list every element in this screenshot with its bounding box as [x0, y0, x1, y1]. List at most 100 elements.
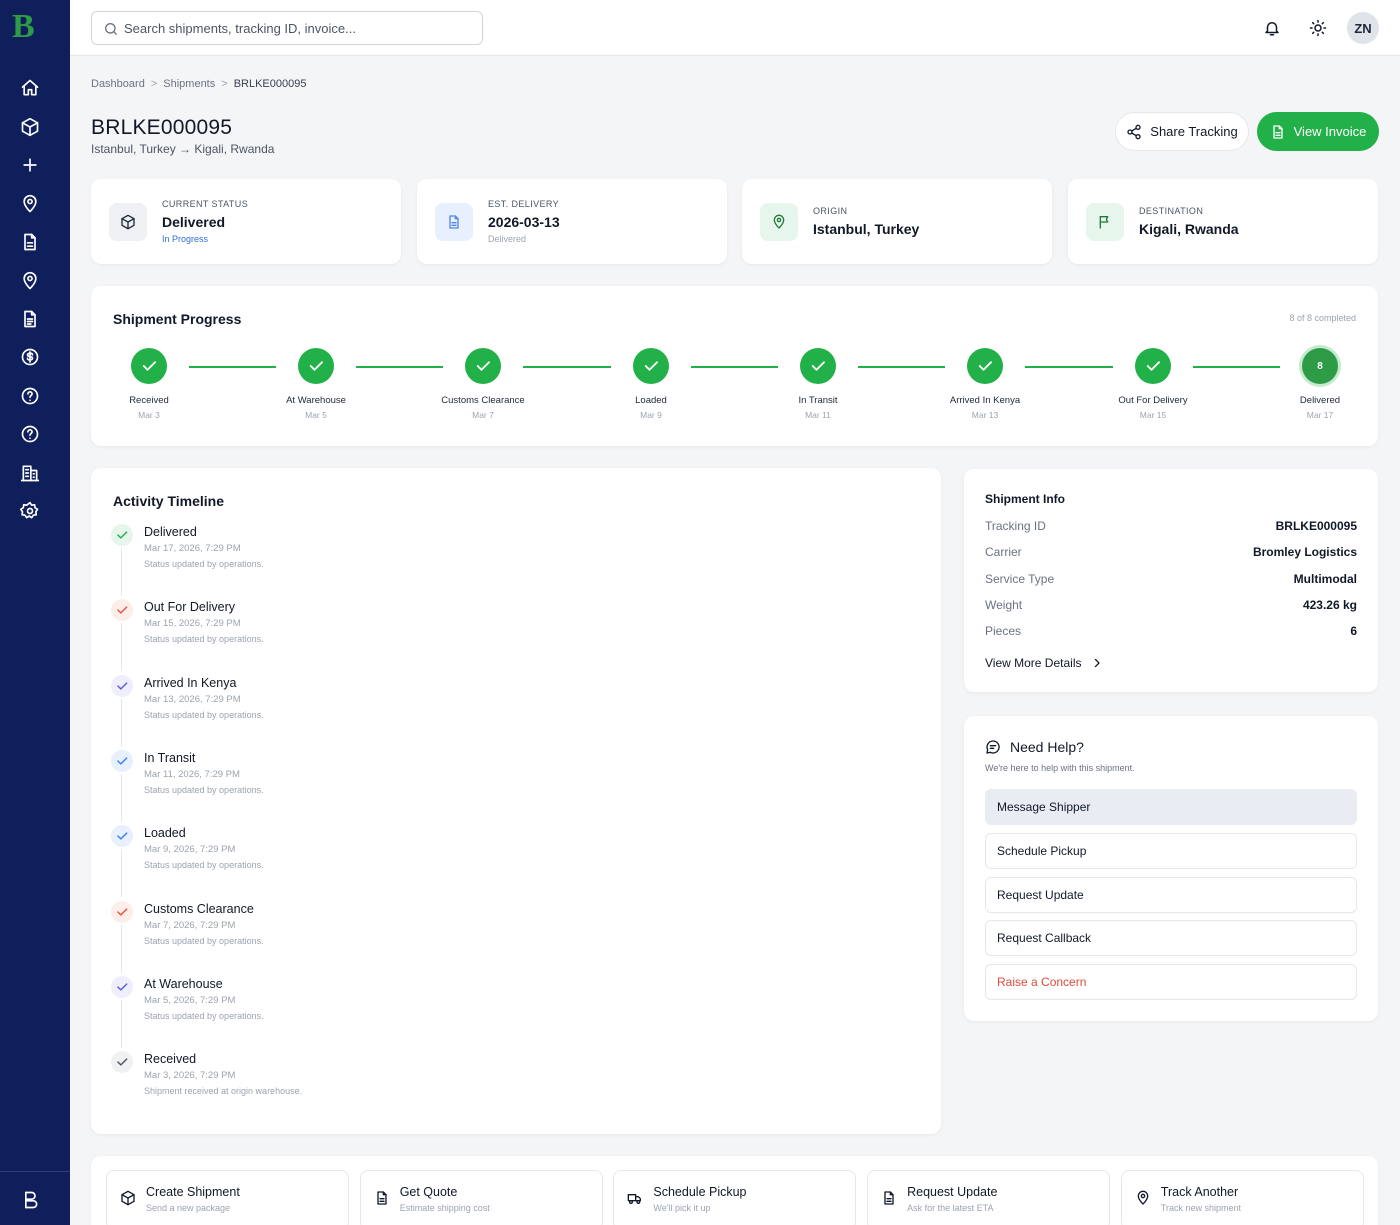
- breadcrumb-dashboard[interactable]: Dashboard: [91, 78, 145, 90]
- stat-value: Istanbul, Turkey: [813, 221, 920, 237]
- shipment-progress-card: Shipment Progress 8 of 8 completed Recei…: [91, 286, 1378, 446]
- quick-action-title: Create Shipment: [146, 1185, 240, 1199]
- timeline-item: Received Mar 3, 2026, 7:29 PM Shipment rec…: [111, 1051, 711, 1121]
- breadcrumb-separator: >: [221, 78, 228, 90]
- info-row: Pieces 6: [985, 624, 1357, 644]
- document-icon: [446, 214, 462, 230]
- info-row: Carrier Bromley Logistics: [985, 545, 1357, 565]
- search-bar: [91, 11, 483, 45]
- stat-value: Kigali, Rwanda: [1139, 221, 1239, 237]
- stat-icon-box: [760, 203, 798, 241]
- quick-action-subtitle: Track new shipment: [1160, 1203, 1241, 1213]
- quick-action-title: Request Update: [907, 1185, 998, 1199]
- step-date: Mar 5: [305, 410, 327, 420]
- sidebar-item-building-icon[interactable]: [20, 463, 40, 483]
- timeline-item-note: Shipment received at origin warehouse.: [144, 1086, 303, 1097]
- stat-sub: Delivered: [488, 234, 527, 244]
- stat-label: DESTINATION: [1139, 206, 1204, 216]
- quick-action-track-another[interactable]: Track Another Track new shipment: [1120, 1170, 1364, 1225]
- sidebar-item-settings-icon[interactable]: [20, 501, 40, 521]
- info-row: Tracking ID BRLKE000095: [985, 519, 1357, 539]
- step-date: Mar 7: [472, 410, 494, 420]
- sidebar-item-plus-icon[interactable]: [20, 155, 40, 175]
- chat-bubble-icon: [985, 739, 1001, 755]
- truck-icon: [627, 1190, 643, 1206]
- step-label: Received: [129, 395, 169, 406]
- brand-logo-letter: B: [12, 8, 35, 45]
- timeline-rail: [121, 698, 122, 747]
- timeline-item: Delivered Mar 17, 2026, 7:29 PM Status upd…: [111, 524, 711, 596]
- schedule-pickup-button[interactable]: Schedule Pickup: [985, 832, 1357, 869]
- step-date: Mar 3: [138, 410, 160, 420]
- check-circle-icon: [800, 348, 836, 384]
- timeline-item-note: Status updated by operations.: [144, 935, 264, 946]
- progress-title: Shipment Progress: [113, 311, 242, 327]
- bell-icon[interactable]: [1263, 19, 1281, 37]
- sidebar-item-file-text-icon[interactable]: [20, 309, 40, 329]
- sidebar-item-map-pin-icon[interactable]: [20, 194, 40, 214]
- step-label: Arrived In Kenya: [949, 395, 1021, 406]
- stat-label: ORIGIN: [813, 206, 848, 216]
- help-subtitle: We're here to help with this shipment.: [985, 763, 1135, 773]
- sidebar-item-question-circle-icon[interactable]: [20, 424, 40, 444]
- request-callback-button[interactable]: Request Callback: [985, 920, 1357, 957]
- sidebar: B: [0, 0, 70, 1225]
- timeline-item-note: Status updated by operations.: [144, 709, 264, 720]
- stat-label: EST. DELIVERY: [488, 199, 560, 209]
- sun-icon[interactable]: [1309, 19, 1327, 37]
- quick-action-schedule-pickup[interactable]: Schedule Pickup We'll pick it up: [613, 1170, 857, 1225]
- message-shipper-button[interactable]: Message Shipper: [985, 789, 1357, 825]
- share-tracking-button[interactable]: Share Tracking: [1115, 112, 1249, 151]
- step-label: Delivered: [1299, 395, 1341, 406]
- check-icon: [111, 900, 133, 923]
- timeline-item-title: In Transit: [144, 750, 196, 765]
- timeline-rail: [121, 849, 122, 898]
- shipment-info-card: Shipment Info Tracking ID BRLKE000095 Carr…: [964, 469, 1378, 692]
- quick-action-get-quote[interactable]: Get Quote Estimate shipping cost: [359, 1170, 603, 1225]
- step-label: Customs Clearance: [441, 395, 525, 406]
- check-icon: [111, 599, 133, 622]
- sidebar-item-document-icon[interactable]: [20, 232, 40, 252]
- quick-action-create-shipment[interactable]: Create Shipment Send a new package: [106, 1170, 349, 1225]
- sidebar-item-help-circle-icon[interactable]: [20, 386, 40, 406]
- breadcrumb: Dashboard > Shipments > BRLKE000095: [91, 78, 306, 90]
- sidebar-item-package-icon[interactable]: [20, 117, 40, 137]
- brand-logo[interactable]: B: [12, 10, 44, 44]
- info-value: 6: [1350, 624, 1357, 639]
- timeline-item-time: Mar 17, 2026, 7:29 PM: [144, 543, 241, 554]
- timeline-item: Customs Clearance Mar 7, 2026, 7:29 PM Sta…: [111, 900, 711, 973]
- raise-a-concern-button[interactable]: Raise a Concern: [985, 964, 1357, 1001]
- check-circle-icon: [967, 348, 1003, 384]
- quick-action-request-update[interactable]: Request Update Ask for the latest ETA: [867, 1170, 1111, 1225]
- breadcrumb-shipments[interactable]: Shipments: [163, 78, 215, 90]
- timeline-item-title: Loaded: [144, 826, 186, 841]
- current-status-card: CURRENT STATUS Delivered In Progress: [91, 179, 401, 264]
- invoice-icon: [1270, 124, 1286, 140]
- sidebar-item-dollar-circle-icon[interactable]: [20, 347, 40, 367]
- request-update-button[interactable]: Request Update: [985, 876, 1357, 913]
- info-title: Shipment Info: [985, 492, 1065, 506]
- quick-action-subtitle: We'll pick it up: [653, 1203, 711, 1213]
- stat-icon-box: [1086, 203, 1124, 241]
- timeline-title: Activity Timeline: [113, 493, 225, 509]
- map-pin-icon: [771, 214, 787, 230]
- activity-timeline-card: Activity Timeline Delivered Mar 17, 2026,…: [91, 468, 941, 1134]
- sidebar-item-home-icon[interactable]: [20, 78, 40, 98]
- logout-icon[interactable]: [20, 1190, 40, 1210]
- search-input[interactable]: [124, 12, 474, 44]
- view-more-details-link[interactable]: View More Details: [985, 656, 1103, 670]
- check-circle-icon: [298, 348, 334, 384]
- timeline-item-note: Status updated by operations.: [144, 860, 264, 871]
- info-row: Service Type Multimodal: [985, 572, 1357, 592]
- view-invoice-button[interactable]: View Invoice: [1257, 112, 1379, 151]
- timeline-rail: [121, 623, 122, 672]
- sidebar-item-location-icon[interactable]: [20, 271, 40, 291]
- view-more-label: View More Details: [985, 656, 1082, 670]
- timeline-item: In Transit Mar 11, 2026, 7:29 PM Status up…: [111, 749, 711, 822]
- step-label: Loaded: [635, 395, 667, 406]
- avatar[interactable]: ZN: [1347, 12, 1379, 44]
- timeline-item-title: At Warehouse: [144, 976, 223, 991]
- timeline-item-time: Mar 5, 2026, 7:29 PM: [144, 994, 236, 1006]
- timeline-item-note: Status updated by operations.: [144, 784, 264, 795]
- timeline-item-time: Mar 9, 2026, 7:29 PM: [144, 844, 236, 856]
